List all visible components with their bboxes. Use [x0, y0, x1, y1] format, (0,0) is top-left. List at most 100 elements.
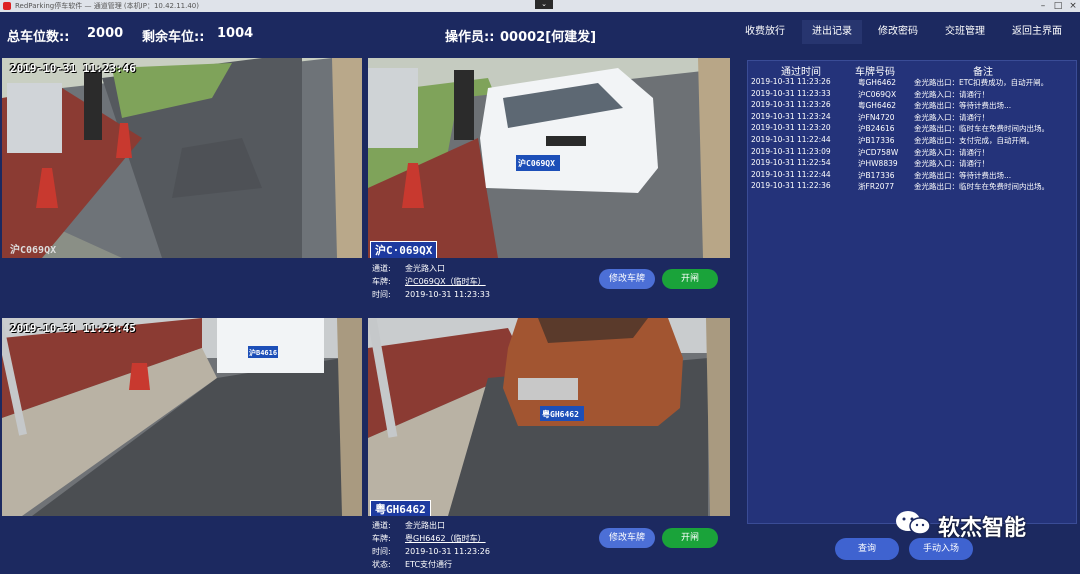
minimize-button[interactable]: – — [1036, 0, 1050, 12]
table-row[interactable]: 2019-10-31 11:22:44 沪B17336 金光路出口：支付完成，自动开… — [748, 135, 1076, 147]
lane1-info: 通道: 金光路入口 车牌: 沪C069QX（临时车） 时间: 2019-10-31 1… — [372, 263, 582, 303]
row-plate: 沪CD758W — [858, 147, 899, 157]
operator-label: 操作员:: — [445, 30, 495, 45]
car-plate: 沪B4616 — [249, 349, 278, 357]
table-row[interactable]: 2019-10-31 11:22:44 沪B17336 金光路出口：等待计费出场..… — [748, 170, 1076, 182]
time-label: 时间: — [372, 547, 391, 556]
row-time: 2019-10-31 11:23:33 — [751, 88, 831, 98]
watermark: 软杰智能 — [893, 508, 1026, 541]
operator-value: 00002[何建发] — [500, 30, 597, 45]
channel-label: 通道: — [372, 521, 391, 530]
camera-entrance-capture: 沪C069QX 沪C·069QX — [368, 58, 730, 258]
channel-value: 金光路入口 — [405, 264, 445, 273]
row-plate: 粤GH6462 — [858, 101, 897, 111]
row-time: 2019-10-31 11:23:26 — [751, 77, 831, 86]
status-label: 状态: — [372, 560, 391, 569]
row-note: 金光路入口：请通行！ — [914, 89, 989, 99]
camera-plate-overlay: 沪C069QX — [10, 245, 57, 256]
status-value: ETC支付通行 — [405, 560, 453, 569]
column-header-note: 备注 — [973, 67, 993, 78]
row-note: 金光路入口：请通行！ — [914, 159, 989, 169]
lane1-open-gate-button[interactable]: 开闸 — [662, 269, 718, 289]
maximize-button[interactable]: □ — [1051, 0, 1065, 12]
row-note: 金光路入口：请通行！ — [914, 112, 989, 122]
row-time: 2019-10-31 11:23:20 — [751, 123, 831, 133]
window-title: RedParking停车软件 — 通道管理 (本机IP：10.42.11.40) — [15, 2, 199, 10]
table-row[interactable]: 2019-10-31 11:22:36 浙FR2077 金光路出口：临时车在免费时间… — [748, 181, 1076, 193]
row-plate: 沪B17336 — [858, 136, 895, 145]
time-value: 2019-10-31 11:23:26 — [405, 547, 490, 556]
time-value: 2019-10-31 11:23:33 — [405, 290, 490, 299]
row-plate: 粤GH6462 — [858, 78, 897, 87]
row-plate: 沪C069QX — [858, 89, 897, 99]
camera-entrance-overview: 2019-10-31 11:23:46 沪C069QX — [2, 58, 362, 258]
row-note: 金光路出口：临时车在免费时间内出场。 — [914, 182, 1049, 192]
records-table: 通过时间 车牌号码 备注 2019-10-31 11:23:26 粤GH6462 金… — [747, 60, 1077, 524]
camera-exit-overview: 2019-10-31 11:23:45 沪B4616 — [2, 318, 362, 516]
nav-records[interactable]: 进出记录 — [802, 20, 862, 44]
row-time: 2019-10-31 11:23:24 — [751, 111, 831, 121]
lane2-modify-plate-button[interactable]: 修改车牌 — [599, 528, 655, 548]
watermark-text: 软杰智能 — [938, 516, 1027, 541]
column-header-plate: 车牌号码 — [855, 67, 895, 78]
remaining-spaces-value: 1004 — [217, 26, 254, 41]
time-label: 时间: — [372, 290, 391, 299]
nav-back-main[interactable]: 返回主界面 — [1006, 20, 1068, 44]
app-logo-icon — [3, 2, 11, 10]
table-row[interactable]: 2019-10-31 11:23:09 沪CD758W 金光路入口：请通行！ — [748, 147, 1076, 159]
query-button[interactable]: 查询 — [835, 538, 899, 560]
row-plate: 沪B17336 — [858, 170, 895, 180]
car-plate: 沪C069QX — [518, 159, 555, 168]
channel-value: 金光路出口 — [405, 521, 445, 530]
camera-scene — [2, 58, 362, 258]
nav-shift-handover[interactable]: 交班管理 — [940, 20, 990, 44]
lane1-modify-plate-button[interactable]: 修改车牌 — [599, 269, 655, 289]
stats-bar: 总车位数:: 2000 剩余车位:: 1004 操作员:: 00002[何建发] — [0, 12, 740, 56]
nav-change-password[interactable]: 修改密码 — [873, 20, 923, 44]
row-note: 金光路出口：等待计费出场... — [914, 101, 1012, 111]
lane2-open-gate-button[interactable]: 开闸 — [662, 528, 718, 548]
column-header-time: 通过时间 — [781, 67, 821, 78]
total-spaces-label: 总车位数:: — [7, 30, 70, 45]
close-button[interactable]: × — [1066, 0, 1080, 12]
channel-label: 通道: — [372, 264, 391, 273]
plate-label: 车牌: — [372, 534, 391, 543]
row-time: 2019-10-31 11:22:44 — [751, 135, 831, 144]
nav-charge-release[interactable]: 收费放行 — [740, 20, 790, 44]
row-plate: 浙FR2077 — [858, 182, 895, 192]
plate-value-link[interactable]: 沪C069QX（临时车） — [405, 277, 486, 286]
row-time: 2019-10-31 11:23:26 — [751, 100, 831, 110]
row-note: 金光路出口：等待计费出场... — [914, 170, 1012, 180]
total-spaces-value: 2000 — [87, 26, 124, 41]
camera-timestamp: 2019-10-31 11:23:46 — [10, 62, 136, 75]
row-note: 金光路入口：请通行！ — [914, 147, 989, 157]
plate-value-link[interactable]: 粤GH6462（临时车） — [405, 534, 486, 543]
table-row[interactable]: 2019-10-31 11:23:20 沪B24616 金光路出口：临时车在免费时间… — [748, 123, 1076, 135]
row-plate: 沪B24616 — [858, 124, 895, 134]
wechat-icon — [896, 511, 931, 535]
row-plate: 沪FN4720 — [858, 112, 895, 122]
car-plate: 粤GH6462 — [542, 410, 579, 419]
captured-plate-overlay: 粤GH6462 — [370, 500, 431, 516]
window-titlebar: RedParking停车软件 — 通道管理 (本机IP：10.42.11.40)… — [0, 0, 1080, 12]
camera-exit-capture: 粤GH6462 粤GH6462 — [368, 318, 730, 516]
lane2-info: 通道: 金光路出口 车牌: 粤GH6462（临时车） 时间: 2019-10-31 1… — [372, 520, 582, 574]
row-plate: 沪HW8839 — [858, 159, 898, 169]
table-row[interactable]: 2019-10-31 11:22:54 沪HW8839 金光路入口：请通行！ — [748, 158, 1076, 170]
row-time: 2019-10-31 11:22:54 — [751, 158, 831, 168]
table-row[interactable]: 2019-10-31 11:23:26 粤GH6462 金光路出口：ETC扣费成功，… — [748, 77, 1076, 89]
row-time: 2019-10-31 11:23:09 — [751, 146, 831, 156]
row-time: 2019-10-31 11:22:36 — [751, 181, 831, 191]
remaining-spaces-label: 剩余车位:: — [142, 30, 205, 45]
table-row[interactable]: 2019-10-31 11:23:24 沪FN4720 金光路入口：请通行！ — [748, 112, 1076, 124]
camera-scene — [2, 318, 362, 516]
top-nav: 收费放行 进出记录 修改密码 交班管理 返回主界面 — [740, 12, 1080, 52]
plate-label: 车牌: — [372, 277, 391, 286]
captured-plate-overlay: 沪C·069QX — [370, 241, 438, 258]
table-row[interactable]: 2019-10-31 11:23:33 沪C069QX 金光路入口：请通行！ — [748, 89, 1076, 101]
collapse-icon[interactable]: ⌄ — [535, 0, 553, 9]
camera-timestamp: 2019-10-31 11:23:45 — [10, 322, 136, 335]
row-note: 金光路出口：ETC扣费成功，自动开闸。 — [914, 78, 1049, 87]
row-note: 金光路出口：临时车在免费时间内出场。 — [914, 124, 1049, 134]
table-row[interactable]: 2019-10-31 11:23:26 粤GH6462 金光路出口：等待计费出场..… — [748, 100, 1076, 112]
